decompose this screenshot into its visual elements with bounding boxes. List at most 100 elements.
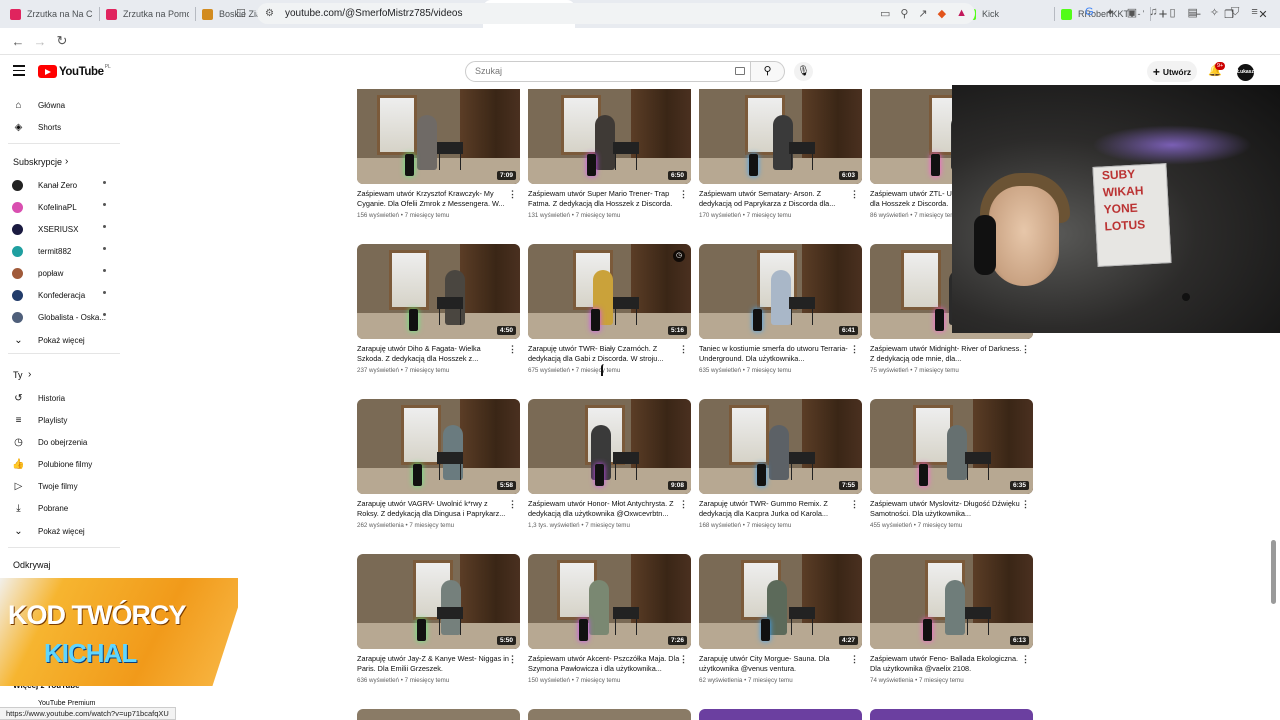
forward-icon[interactable]: → [30, 34, 50, 49]
video-card[interactable]: 6:41 Taniec w kostiumie smerfa do utworu … [699, 244, 863, 374]
video-card[interactable]: 6:35 Zaśpiewam utwór Myslovitz- Długość D… [870, 399, 1034, 529]
sidebar-item[interactable]: ▷ Twoje filmy [0, 477, 122, 495]
video-thumbnail[interactable]: 7:09 [357, 89, 520, 184]
more-actions-icon[interactable]: ⋮ [508, 189, 517, 200]
more-actions-icon[interactable]: ⋮ [850, 344, 859, 355]
zoom-icon[interactable]: ⚲ [900, 7, 908, 20]
video-title[interactable]: Zaśpiewam utwór Feno- Ballada Ekologiczn… [870, 654, 1022, 675]
back-icon[interactable]: ← [8, 34, 28, 49]
more-actions-icon[interactable]: ⋮ [679, 499, 688, 510]
more-actions-icon[interactable]: ⋮ [850, 654, 859, 665]
video-card[interactable]: 6:50 Zaśpiewam utwór Super Mario Trener- … [528, 89, 692, 219]
sidebar-item[interactable]: ◷ Do obejrzenia [0, 433, 122, 451]
sidebar-item[interactable]: XSERIUSX [0, 220, 122, 238]
partial-thumbnail[interactable] [357, 709, 520, 720]
account-avatar[interactable]: Łukasz [1237, 64, 1254, 81]
video-title[interactable]: Zaśpiewam utwór Krzysztof Krawczyk- My C… [357, 189, 509, 210]
sidebar-item[interactable]: ⤓ Pobrane [0, 499, 122, 517]
screenshot-icon[interactable]: ▣ [1127, 6, 1137, 19]
more-actions-icon[interactable]: ⋮ [508, 654, 517, 665]
create-button[interactable]: + Utwórz [1147, 61, 1197, 82]
video-title[interactable]: Zarapuję utwór VAGRV- Uwolnić k*rwy z Ro… [357, 499, 509, 520]
brave-shield-icon[interactable]: ◆ [938, 7, 946, 20]
wallet-icon[interactable]: ▤ [1188, 6, 1198, 19]
video-thumbnail[interactable]: 6:35 [870, 399, 1033, 494]
video-card[interactable]: 5:16 ◷ Zarapuję utwór TWR- Biały Czarnóch.… [528, 244, 692, 374]
video-card[interactable]: 7:09 Zaśpiewam utwór Krzysztof Krawczyk- … [357, 89, 521, 219]
sidebar-item[interactable]: ◈ Shorts [0, 118, 122, 136]
video-card[interactable]: 5:50 Zarapuję utwór Jay-Z & Kanye West- N… [357, 554, 521, 684]
sidebar-item[interactable]: Globalista - Oska... [0, 308, 122, 326]
video-thumbnail[interactable]: 5:58 [357, 399, 520, 494]
video-thumbnail[interactable]: 7:55 [699, 399, 862, 494]
video-title[interactable]: Zaśpiewam utwór Super Mario Trener- Trap… [528, 189, 680, 210]
you-heading[interactable]: Ty [13, 370, 23, 380]
video-title[interactable]: Zarapuję utwór City Morgue- Sauna. Dla u… [699, 654, 851, 675]
hamburger-menu-icon[interactable] [13, 65, 25, 76]
youtube-premium-item[interactable]: YouTube Premium [38, 700, 95, 707]
sidebar-item[interactable]: ↺ Historia [0, 389, 122, 407]
video-title[interactable]: Zaśpiewam utwór Sematary- Arson. Z dedyk… [699, 189, 851, 210]
video-title[interactable]: Zaśpiewam utwór Midnight- River of Darkn… [870, 344, 1022, 365]
more-actions-icon[interactable]: ⋮ [508, 344, 517, 355]
more-actions-icon[interactable]: ⋮ [1021, 344, 1030, 355]
partial-thumbnail[interactable] [528, 709, 691, 720]
search-button[interactable]: ⚲ [751, 61, 785, 82]
translate-icon[interactable]: G [1085, 6, 1094, 19]
more-actions-icon[interactable]: ⋮ [508, 499, 517, 510]
video-card[interactable]: 6:13 Zaśpiewam utwór Feno- Ballada Ekolog… [870, 554, 1034, 684]
sidebar-item[interactable]: ⌂ Główna [0, 96, 122, 114]
video-thumbnail[interactable]: 5:50 [357, 554, 520, 649]
sidebar-item[interactable]: 👍 Polubione filmy [0, 455, 122, 473]
site-info-icon[interactable]: ⚙ [265, 8, 277, 19]
video-thumbnail[interactable]: 7:26 [528, 554, 691, 649]
partial-thumbnail[interactable] [870, 709, 1033, 720]
leo-icon[interactable]: ✧ [1210, 6, 1219, 19]
video-title[interactable]: Zarapuję utwór TWR- Biały Czarnóch. Z de… [528, 344, 680, 365]
video-title[interactable]: Zarapuję utwór Jay-Z & Kanye West- Nigga… [357, 654, 509, 675]
sidebar-item[interactable]: popław [0, 264, 122, 282]
sidebar-item[interactable]: ⌄ Pokaż więcej [0, 522, 122, 540]
more-actions-icon[interactable]: ⋮ [1021, 654, 1030, 665]
share-icon[interactable]: ↗ [918, 7, 927, 20]
video-thumbnail[interactable]: 6:41 [699, 244, 862, 339]
video-thumbnail[interactable]: 4:50 [357, 244, 520, 339]
page-scrollbar-thumb[interactable] [1271, 540, 1276, 604]
rewards-icon[interactable]: ▲ [956, 7, 967, 20]
menu-icon[interactable]: ≡ [1251, 6, 1257, 19]
sidebar-item[interactable]: Konfederacja [0, 286, 122, 304]
sidebar-item[interactable]: Kanał Zero [0, 176, 122, 194]
bookmark-icon[interactable]: ☐ [236, 7, 246, 20]
video-thumbnail[interactable]: 9:08 [528, 399, 691, 494]
cast-icon[interactable]: ▭ [880, 7, 890, 20]
keyboard-icon[interactable] [735, 67, 745, 75]
partial-thumbnail[interactable] [699, 709, 862, 720]
vpn-icon[interactable]: ⛉ [1231, 6, 1239, 19]
extensions-icon[interactable]: ✦ [1106, 6, 1115, 19]
video-card[interactable]: 4:50 Zarapuję utwór Diho & Fagata- Wielka… [357, 244, 521, 374]
more-actions-icon[interactable]: ⋮ [850, 499, 859, 510]
video-title[interactable]: Taniec w kostiumie smerfa do utworu Terr… [699, 344, 851, 365]
sidebar-item[interactable]: KofelinaPL [0, 198, 122, 216]
video-card[interactable]: 5:58 Zarapuję utwór VAGRV- Uwolnić k*rwy … [357, 399, 521, 529]
video-card[interactable]: 7:26 Zaśpiewam utwór Akcent- Pszczółka Ma… [528, 554, 692, 684]
video-thumbnail[interactable]: 6:50 [528, 89, 691, 184]
video-thumbnail[interactable]: 5:16 ◷ [528, 244, 691, 339]
video-card[interactable]: 4:27 Zarapuję utwór City Morgue- Sauna. D… [699, 554, 863, 684]
reload-icon[interactable]: ↻ [52, 33, 72, 49]
sidebar-item[interactable]: ⌄ Pokaż więcej [0, 331, 122, 349]
video-thumbnail[interactable]: 6:03 [699, 89, 862, 184]
video-title[interactable]: Zaśpiewam utwór Honor- Młot Antychrysta.… [528, 499, 680, 520]
more-actions-icon[interactable]: ⋮ [850, 189, 859, 200]
video-title[interactable]: Zaśpiewam utwór Myslovitz- Długość Dźwię… [870, 499, 1022, 520]
video-thumbnail[interactable]: 6:13 [870, 554, 1033, 649]
watch-later-icon[interactable]: ◷ [673, 250, 685, 262]
more-actions-icon[interactable]: ⋮ [1021, 499, 1030, 510]
video-card[interactable]: 6:03 Zaśpiewam utwór Sematary- Arson. Z d… [699, 89, 863, 219]
sidebar-icon[interactable]: ▯ [1169, 6, 1175, 19]
browser-tab[interactable]: Zrzutka na Pomo [100, 0, 195, 28]
browser-tab[interactable]: Zrzutka na Na Ch [4, 0, 99, 28]
address-bar[interactable]: ⚙ youtube.com/@SmerfoMistrz785/videos ▭ … [257, 3, 975, 24]
sidebar-item[interactable]: termit882 [0, 242, 122, 260]
video-card[interactable]: 9:08 Zaśpiewam utwór Honor- Młot Antychry… [528, 399, 692, 529]
